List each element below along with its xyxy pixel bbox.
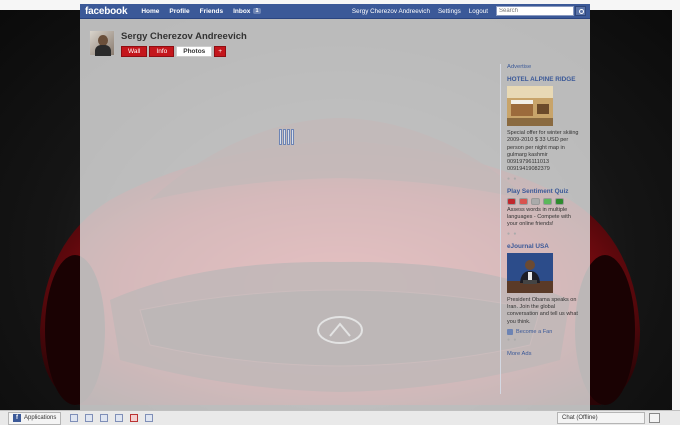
applications-button[interactable]: f Applications bbox=[8, 411, 62, 425]
profile-name: Sergy Cherezov Andreevich bbox=[121, 31, 247, 42]
ad-text-quiz: Assess words in multiple languages - Com… bbox=[507, 206, 571, 228]
ad-rating-icon[interactable]: ● ● bbox=[507, 176, 580, 182]
inbox-label: Inbox bbox=[233, 7, 251, 15]
ad-title-quiz[interactable]: Play Sentiment Quiz bbox=[507, 188, 580, 195]
sentiment-very-negative-icon bbox=[507, 197, 516, 205]
facebook-logo[interactable]: facebook bbox=[85, 6, 128, 17]
nav-home-link[interactable]: Home bbox=[141, 8, 159, 15]
nav-inbox-link[interactable]: Inbox 1 bbox=[233, 7, 261, 15]
main-nav: Home Profile Friends Inbox 1 bbox=[141, 8, 270, 15]
inbox-count-badge: 1 bbox=[253, 8, 261, 14]
ad-text-hotel: Special offer for winter skiiing 2009-20… bbox=[507, 130, 579, 173]
hotel-room-image[interactable] bbox=[507, 86, 553, 126]
sentiment-neutral-icon bbox=[531, 197, 540, 205]
users-app-icon[interactable] bbox=[115, 414, 124, 422]
sentiment-negative-icon bbox=[519, 197, 528, 205]
ad-text-ejournal: President Obama speaks on Iran. Join the… bbox=[507, 296, 578, 325]
logout-link[interactable]: Logout bbox=[469, 8, 488, 15]
sentiment-very-positive-icon bbox=[555, 197, 564, 205]
profile-tabs: Wall Info Photos + bbox=[121, 46, 228, 57]
tab-info[interactable]: Info bbox=[149, 46, 175, 57]
applications-label: Applications bbox=[24, 415, 57, 421]
ad-rating-icon[interactable]: ● ● bbox=[507, 337, 580, 343]
notes-app-icon[interactable] bbox=[145, 414, 154, 422]
plus-icon[interactable]: + bbox=[214, 46, 227, 57]
more-ads-link[interactable]: More Ads bbox=[507, 351, 580, 357]
avatar[interactable] bbox=[89, 30, 115, 56]
facebook-page: facebook Home Profile Friends Inbox 1 Ser… bbox=[80, 4, 590, 410]
fan-icon bbox=[507, 328, 513, 335]
friends-app-icon[interactable] bbox=[100, 414, 109, 422]
ad-rating-icon[interactable]: ● ● bbox=[507, 231, 580, 237]
ad-title-ejournal[interactable]: eJournal USA bbox=[507, 243, 580, 250]
advertise-link[interactable]: Advertise bbox=[507, 64, 580, 70]
chat-button[interactable]: Chat (Offline) bbox=[557, 412, 645, 424]
sentiment-positive-icon bbox=[543, 197, 552, 205]
notifications-icon[interactable] bbox=[649, 413, 660, 423]
nav-profile-link[interactable]: Profile bbox=[169, 8, 189, 15]
account-name-link[interactable]: Sergy Cherezov Andreevich bbox=[352, 8, 430, 15]
ads-sidebar: Advertise HOTEL ALPINE RIDGE Special off… bbox=[500, 64, 580, 394]
ad-title-hotel[interactable]: HOTEL ALPINE RIDGE bbox=[507, 76, 580, 83]
tab-wall[interactable]: Wall bbox=[121, 46, 148, 57]
become-a-fan-label: Become a Fan bbox=[516, 328, 553, 335]
calendar-app-icon[interactable] bbox=[130, 414, 139, 422]
avatar-body bbox=[95, 45, 111, 56]
search-input[interactable] bbox=[496, 6, 574, 16]
groups-app-icon[interactable] bbox=[85, 414, 94, 422]
settings-link[interactable]: Settings bbox=[438, 8, 461, 15]
photos-app-icon[interactable] bbox=[70, 414, 79, 422]
become-a-fan-button[interactable]: Become a Fan bbox=[507, 328, 580, 335]
quiz-sentiment-buttons[interactable] bbox=[507, 197, 580, 205]
top-navigation-bar: facebook Home Profile Friends Inbox 1 Ser… bbox=[80, 4, 590, 19]
account-nav: Sergy Cherezov Andreevich Settings Logou… bbox=[352, 6, 586, 16]
tab-photos[interactable]: Photos bbox=[176, 46, 213, 57]
window-scrollbar-track[interactable] bbox=[672, 0, 680, 410]
nav-friends-link[interactable]: Friends bbox=[200, 8, 223, 15]
president-speaking-image[interactable] bbox=[507, 252, 553, 293]
loading-indicator-icon bbox=[279, 129, 295, 145]
search-icon[interactable] bbox=[575, 6, 586, 16]
facebook-mini-icon: f bbox=[13, 414, 21, 422]
bottom-chat-bar: f Applications Chat (Offline) bbox=[0, 410, 680, 425]
chat-label: Chat (Offline) bbox=[562, 415, 598, 421]
